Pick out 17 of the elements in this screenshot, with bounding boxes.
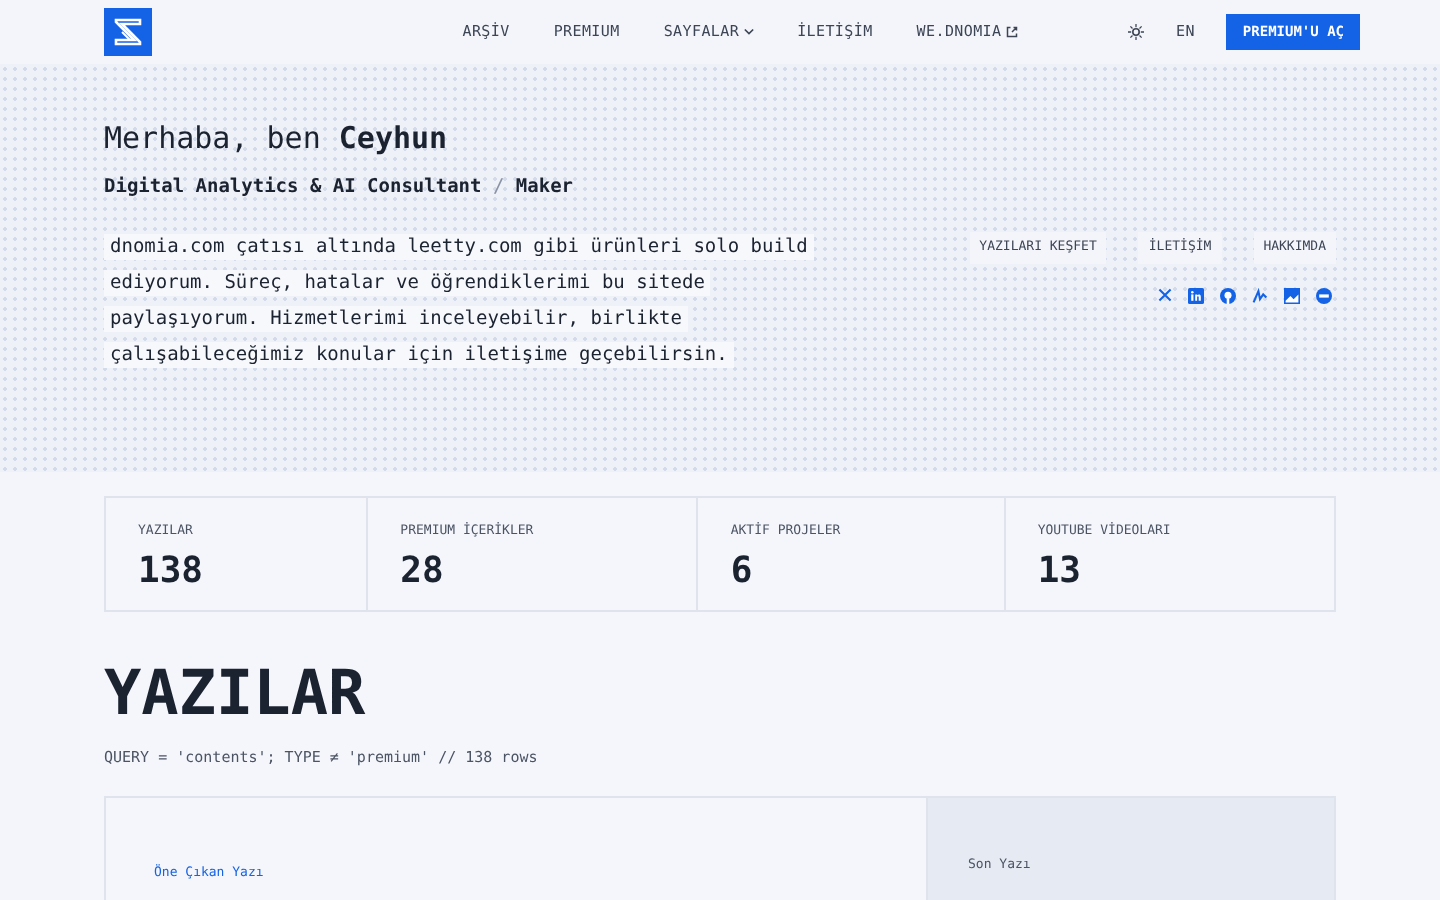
stat-value: 13 — [1037, 553, 1083, 590]
stat-value: 138 — [138, 553, 206, 590]
section-heading: YAZILAR — [104, 664, 368, 726]
x-icon[interactable] — [1158, 288, 1172, 303]
caret-icon — [743, 28, 754, 36]
sun-icon[interactable] — [1127, 24, 1144, 40]
circle-icon[interactable] — [1316, 287, 1332, 304]
greeting-heading: Merhaba, ben Ceyhun — [104, 120, 450, 156]
stat-value: 6 — [730, 553, 755, 590]
linkedin-icon[interactable] — [1188, 287, 1204, 304]
intro-paragraph: dnomia.com çatısı altında leetty.com gibi ürünleri solo build ediyorum. Süreç, hatalar ve öğrendiklerimi bu sitede paylaşıyorum. Hizmetlerimi inceleyebilir, birlikte çalışabileceğimiz konular için iletişime geçebilirsin. — [104, 230, 814, 375]
role-subtitle: Digital Analytics & AI Consultant / Maker — [104, 174, 576, 202]
signature-icon[interactable] — [1252, 287, 1268, 304]
stat-value: 28 — [400, 553, 446, 590]
logo-icon[interactable] — [104, 8, 152, 56]
external-link-icon — [1005, 26, 1018, 38]
image-icon[interactable] — [1284, 287, 1300, 304]
